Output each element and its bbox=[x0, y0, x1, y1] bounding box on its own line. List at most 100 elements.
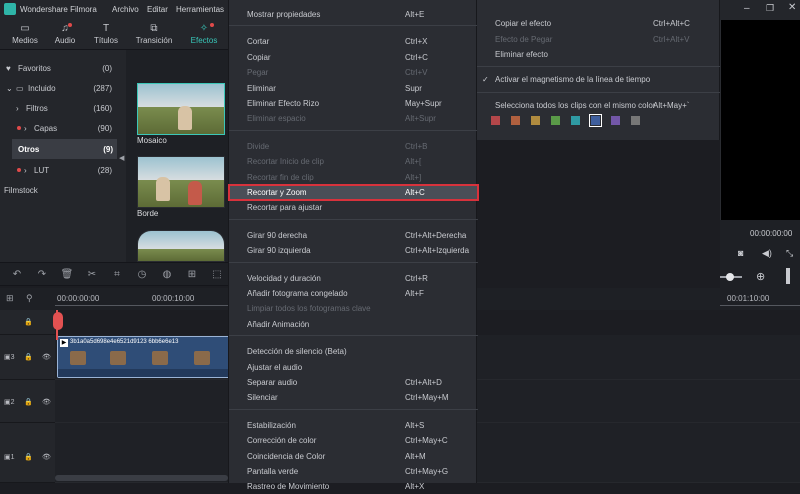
tab-audio[interactable]: ♫ Audio bbox=[46, 20, 84, 50]
color-swatch[interactable] bbox=[611, 116, 620, 125]
menu-item-shortcut: Alt+F bbox=[405, 289, 424, 298]
menu-item-recortar-y-zoom[interactable]: Recortar y Zoom Alt+C bbox=[228, 184, 479, 201]
menu-item-anadir-fotograma-congelado[interactable]: Añadir fotograma congelado Alt+F bbox=[229, 286, 478, 301]
menu-item-select-same-color[interactable]: Selecciona todos los clips con el mismo … bbox=[477, 98, 720, 113]
menu-archivo[interactable]: Archivo bbox=[112, 5, 139, 14]
snapshot-icon[interactable]: ◙ bbox=[738, 248, 743, 258]
menu-item-shortcut: Alt+X bbox=[405, 482, 425, 492]
color-swatch[interactable] bbox=[491, 116, 500, 125]
track-header: 🔒 bbox=[0, 310, 55, 335]
menu-item-correccion-de-color[interactable]: Corrección de color Ctrl+May+C bbox=[229, 433, 478, 448]
menu-item-shortcut: Alt+C bbox=[405, 188, 425, 197]
sidebar-item-filmstock[interactable]: Filmstock bbox=[0, 180, 126, 200]
lock-icon[interactable]: 🔒 bbox=[24, 398, 33, 406]
menu-item-pantalla-verde[interactable]: Pantalla verde Ctrl+May+G bbox=[229, 464, 478, 479]
menu-item-copiar-el-efecto[interactable]: Copiar el efecto Ctrl+Alt+C bbox=[477, 16, 720, 31]
fullscreen-icon[interactable]: ⤡ bbox=[786, 248, 793, 259]
tab-medios[interactable]: ▭ Medios bbox=[4, 20, 46, 50]
color-swatch[interactable] bbox=[631, 116, 640, 125]
effect-thumb-borde[interactable] bbox=[137, 156, 225, 208]
color-icon[interactable]: ◍ bbox=[160, 268, 174, 282]
close-icon[interactable]: ✕ bbox=[788, 2, 796, 13]
volume-icon[interactable]: ◀) bbox=[762, 248, 772, 259]
menu-separator bbox=[477, 66, 720, 67]
menu-item-girar-90-izquierda[interactable]: Girar 90 izquierda Ctrl+Alt+Izquierda bbox=[229, 243, 478, 258]
add-track-icon[interactable]: ⊞ bbox=[6, 293, 14, 304]
lock-icon[interactable]: 🔒 bbox=[24, 353, 33, 361]
menu-item-mostrar-propiedades[interactable]: Mostrar propiedades Alt+E bbox=[229, 7, 478, 22]
menu-item-anadir-animacion[interactable]: Añadir Animación bbox=[229, 317, 478, 332]
eye-icon[interactable]: 👁 bbox=[42, 353, 51, 361]
color-swatch[interactable] bbox=[551, 116, 560, 125]
menu-item-cortar[interactable]: Cortar Ctrl+X bbox=[229, 34, 478, 49]
tab-efectos[interactable]: ✧ Efectos bbox=[182, 20, 226, 50]
menu-item-label: Coincidencia de Color bbox=[247, 451, 326, 461]
zoom-slider-handle[interactable] bbox=[726, 273, 734, 281]
sidebar-item-count: (9) bbox=[103, 145, 113, 154]
effect-thumb[interactable] bbox=[137, 230, 225, 262]
maximize-icon[interactable]: ❐ bbox=[766, 3, 774, 14]
redo-icon[interactable]: ↷ bbox=[35, 268, 49, 282]
speed-icon[interactable]: ◷ bbox=[135, 268, 149, 282]
menu-item-eliminar-efecto[interactable]: Eliminar efecto bbox=[477, 47, 720, 62]
adjust-icon[interactable]: ⊞ bbox=[185, 268, 199, 282]
playhead-handle[interactable] bbox=[53, 312, 63, 330]
menu-item-shortcut: Ctrl+V bbox=[405, 68, 428, 78]
collapse-arrow-icon[interactable]: ◀ bbox=[119, 154, 124, 162]
delete-icon[interactable]: 🗑 bbox=[60, 268, 74, 282]
eye-icon[interactable]: 👁 bbox=[42, 453, 51, 461]
timeline-scrollbar[interactable] bbox=[55, 475, 228, 481]
sidebar-item-otros[interactable]: Otros (9) bbox=[12, 139, 117, 159]
sidebar-item-capas[interactable]: › Capas (90) bbox=[0, 118, 126, 138]
menu-item-label: Girar 90 derecha bbox=[247, 230, 308, 240]
menu-item-shortcut: Ctrl+May+G bbox=[405, 467, 449, 476]
color-swatch[interactable] bbox=[511, 116, 520, 125]
video-track-icon: ▣1 bbox=[4, 454, 15, 461]
color-swatch[interactable] bbox=[589, 114, 602, 127]
menu-item-pegar: Pegar Ctrl+V bbox=[229, 65, 478, 80]
text-icon: T bbox=[102, 23, 110, 34]
fit-icon[interactable]: ⬚ bbox=[210, 268, 224, 282]
menu-herramientas[interactable]: Herramientas bbox=[176, 5, 224, 14]
effect-thumb-mosaico[interactable] bbox=[137, 83, 225, 135]
menu-item-eliminar[interactable]: Eliminar Supr bbox=[229, 81, 478, 96]
sidebar-item-incluido[interactable]: ⌄ ▭ Incluido (287) bbox=[0, 78, 126, 98]
minimize-icon[interactable]: – bbox=[744, 3, 750, 14]
menu-item-copiar[interactable]: Copiar Ctrl+C bbox=[229, 50, 478, 65]
effects-category-sidebar: ♥ Favoritos (0) ⌄ ▭ Incluido (287) › Fil… bbox=[0, 50, 126, 262]
menu-item-coincidencia-de-color[interactable]: Coincidencia de Color Alt+M bbox=[229, 449, 478, 464]
menu-item-recortar-para-ajustar[interactable]: Recortar para ajustar bbox=[229, 200, 478, 215]
eye-icon[interactable]: 👁 bbox=[42, 398, 51, 406]
zoom-in-icon[interactable]: ⊕ bbox=[756, 270, 765, 283]
lock-icon[interactable]: 🔒 bbox=[24, 453, 33, 461]
undo-icon[interactable]: ↶ bbox=[10, 268, 24, 282]
play-icon: ▶ bbox=[60, 339, 68, 347]
pause-indicator bbox=[786, 268, 790, 284]
menu-item-deteccion-de-silencio-beta[interactable]: Detección de silencio (Beta) bbox=[229, 344, 478, 359]
menu-item-ajustar-el-audio[interactable]: Ajustar el audio bbox=[229, 360, 478, 375]
menu-item-rastreo-de-movimiento[interactable]: Rastreo de Movimiento Alt+X bbox=[229, 479, 478, 494]
tab-titulos[interactable]: T Títulos bbox=[84, 20, 128, 50]
ruler-time: 00:00:00:00 bbox=[57, 294, 100, 303]
sidebar-item-favoritos[interactable]: ♥ Favoritos (0) bbox=[0, 58, 126, 78]
link-icon[interactable]: ⚲ bbox=[26, 293, 33, 304]
sidebar-item-filtros[interactable]: › Filtros (160) bbox=[0, 98, 126, 118]
menu-item-silenciar[interactable]: Silenciar Ctrl+May+M bbox=[229, 390, 478, 405]
crop-icon[interactable]: ⌗ bbox=[110, 268, 124, 282]
filmora-logo-icon bbox=[4, 3, 16, 15]
menu-item-eliminar-efecto-rizo[interactable]: Eliminar Efecto Rizo May+Supr bbox=[229, 96, 478, 111]
color-swatch[interactable] bbox=[531, 116, 540, 125]
menu-item-velocidad-y-duracion[interactable]: Velocidad y duración Ctrl+R bbox=[229, 271, 478, 286]
sidebar-item-lut[interactable]: › LUT (28) bbox=[0, 160, 126, 180]
video-clip[interactable]: ▶ 3b1a0a5d698e4e6521d9123 6bb6e6e13 bbox=[57, 336, 231, 378]
cut-icon[interactable]: ✂ bbox=[85, 268, 99, 282]
menu-item-estabilizacion[interactable]: Estabilización Alt+S bbox=[229, 418, 478, 433]
color-swatch[interactable] bbox=[571, 116, 580, 125]
menu-item-girar-90-derecha[interactable]: Girar 90 derecha Ctrl+Alt+Derecha bbox=[229, 228, 478, 243]
menu-item-separar-audio[interactable]: Separar audio Ctrl+Alt+D bbox=[229, 375, 478, 390]
lock-icon[interactable]: 🔒 bbox=[24, 318, 33, 326]
menu-item-timeline-snapping[interactable]: ✓ Activar el magnetismo de la línea de ti… bbox=[477, 72, 720, 87]
menu-item-shortcut: Ctrl+May+M bbox=[405, 393, 449, 403]
menu-editar[interactable]: Editar bbox=[147, 5, 168, 14]
tab-transicion[interactable]: ⧉ Transición bbox=[128, 20, 180, 50]
